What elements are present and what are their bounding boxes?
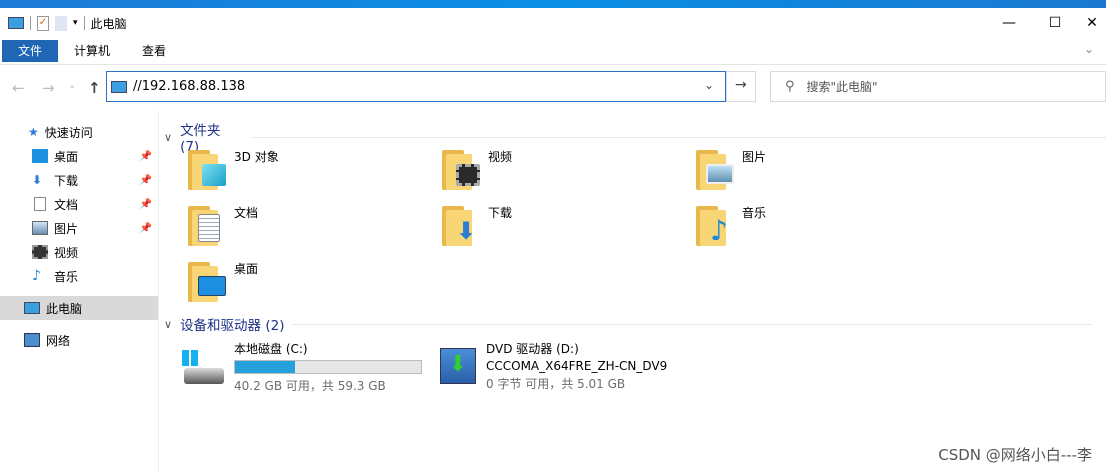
- dvd-drive-icon: ⬇: [440, 348, 476, 384]
- drive-c-usage-bar: [234, 360, 422, 374]
- drive-d-free: 0 字节 可用，共 5.01 GB: [486, 377, 626, 391]
- drive-c-usage-fill: [235, 361, 295, 373]
- sidebar-item-pictures[interactable]: 图片 📌: [0, 216, 158, 240]
- up-button[interactable]: ↑: [88, 79, 101, 97]
- sidebar-item-documents[interactable]: 文档 📌: [0, 192, 158, 216]
- drive-d-label: CCCOMA_X64FRE_ZH-CN_DV9: [486, 359, 668, 373]
- properties-icon[interactable]: ✓: [37, 15, 49, 31]
- star-icon: ★: [28, 125, 39, 139]
- customize-quick-access-icon[interactable]: ▾: [73, 18, 78, 28]
- chevron-down-icon: ∨: [164, 130, 173, 144]
- back-button[interactable]: ←: [12, 79, 25, 97]
- close-button[interactable]: ✕: [1078, 10, 1106, 36]
- pin-icon: 📌: [139, 150, 152, 162]
- folder-desktop-icon: [186, 260, 226, 302]
- picture-icon: [32, 221, 48, 235]
- search-icon: ⚲: [785, 79, 795, 94]
- ribbon-tabs: 文件 计算机 查看: [0, 40, 182, 62]
- go-button[interactable]: →: [735, 77, 747, 93]
- maximize-button[interactable]: ☐: [1032, 10, 1078, 36]
- pin-icon: 📌: [139, 222, 152, 234]
- drives-section-header[interactable]: ∨ 设备和驱动器 (2): [164, 314, 1093, 334]
- drive-d-name: DVD 驱动器 (D:): [486, 342, 579, 356]
- network-icon: [24, 333, 40, 347]
- drive-c-free: 40.2 GB 可用，共 59.3 GB: [234, 379, 386, 393]
- hard-drive-icon: [180, 340, 224, 388]
- minimize-button[interactable]: —: [986, 10, 1032, 36]
- video-icon: [32, 245, 48, 259]
- search-placeholder: 搜索"此电脑": [806, 80, 878, 94]
- sidebar-item-quick-access[interactable]: ★ 快速访问: [0, 120, 158, 144]
- folders-grid: 3D 对象 视频 图片 文档 ⬇ 下载 ♪ 音乐 桌面: [186, 148, 948, 316]
- title-bar-accent: [0, 0, 1106, 8]
- pin-icon: 📌: [139, 174, 152, 186]
- search-box[interactable]: ⚲ 搜索"此电脑": [770, 71, 1106, 102]
- computer-icon: [111, 80, 127, 93]
- folder-music[interactable]: ♪ 音乐: [694, 204, 944, 254]
- document-icon: [34, 197, 46, 211]
- folder-download-icon: ⬇: [440, 204, 480, 246]
- folder-3d-objects[interactable]: 3D 对象: [186, 148, 436, 198]
- drive-d[interactable]: ⬇ DVD 驱动器 (D:) CCCOMA_X64FRE_ZH-CN_DV9 0…: [440, 340, 667, 392]
- chevron-down-icon: ∨: [164, 317, 173, 331]
- folder-videos[interactable]: 视频: [440, 148, 690, 198]
- computer-icon: [8, 17, 24, 29]
- folder-music-icon: ♪: [694, 204, 734, 246]
- tab-computer[interactable]: 计算机: [58, 40, 126, 62]
- sidebar-item-desktop[interactable]: 桌面 📌: [0, 144, 158, 168]
- desktop-icon: [32, 149, 48, 163]
- drive-c-name: 本地磁盘 (C:): [234, 342, 308, 356]
- folder-pictures[interactable]: 图片: [694, 148, 944, 198]
- tab-file[interactable]: 文件: [2, 40, 59, 62]
- folder-document-icon: [186, 204, 226, 246]
- expand-ribbon-button[interactable]: ⌄: [1084, 42, 1094, 56]
- download-icon: ⬇: [32, 173, 43, 187]
- navigation-pane: ★ 快速访问 桌面 📌 ⬇ 下载 📌 文档 📌 图片 📌 视频 ♪ 音乐 此电脑 网络: [0, 120, 158, 352]
- new-folder-icon[interactable]: [55, 15, 67, 31]
- title-bar: ✓ ▾ 此电脑: [8, 12, 127, 34]
- sidebar-item-network[interactable]: 网络: [0, 328, 158, 352]
- folder-picture-icon: [694, 148, 734, 190]
- address-dropdown-button[interactable]: ⌄: [704, 78, 714, 92]
- folder-3d-icon: [186, 148, 226, 190]
- drive-c[interactable]: 本地磁盘 (C:) 40.2 GB 可用，共 59.3 GB: [180, 340, 422, 394]
- folder-desktop[interactable]: 桌面: [186, 260, 436, 310]
- folder-downloads[interactable]: ⬇ 下载: [440, 204, 690, 254]
- sidebar-item-videos[interactable]: 视频: [0, 240, 158, 264]
- sidebar-item-downloads[interactable]: ⬇ 下载 📌: [0, 168, 158, 192]
- folder-video-icon: [440, 148, 480, 190]
- address-bar[interactable]: //192.168.88.138: [106, 71, 726, 102]
- tab-view[interactable]: 查看: [126, 40, 182, 62]
- recent-locations-button[interactable]: ⌄: [68, 80, 76, 91]
- music-icon: ♪: [32, 268, 41, 284]
- sidebar-item-music[interactable]: ♪ 音乐: [0, 264, 158, 288]
- window-title: 此电脑: [90, 16, 127, 31]
- folder-documents[interactable]: 文档: [186, 204, 436, 254]
- watermark: CSDN @网络小白---李: [938, 446, 1092, 464]
- computer-icon: [24, 302, 40, 314]
- address-text[interactable]: //192.168.88.138: [133, 79, 245, 94]
- sidebar-item-this-pc[interactable]: 此电脑: [0, 296, 158, 320]
- forward-button[interactable]: →: [42, 79, 55, 97]
- pin-icon: 📌: [139, 198, 152, 210]
